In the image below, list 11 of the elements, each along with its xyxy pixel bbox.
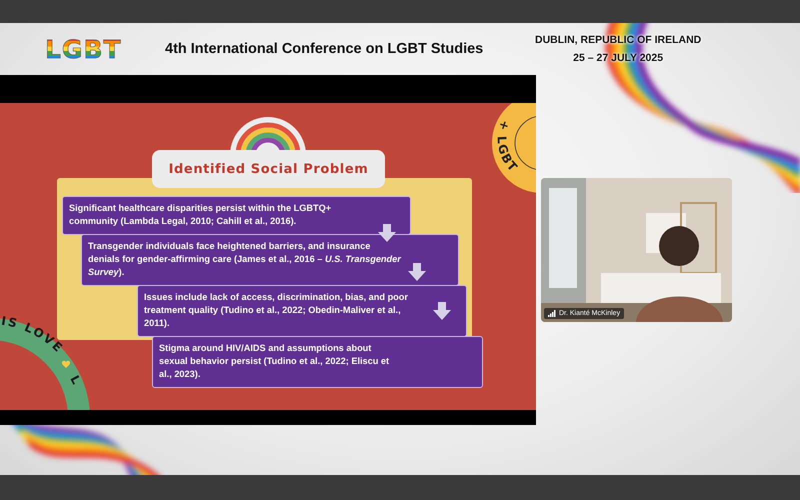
heart-icon <box>62 360 70 368</box>
down-arrow-icon <box>378 224 396 242</box>
signal-icon <box>548 310 556 317</box>
badge-text: L <box>67 373 84 386</box>
bullet-box: Stigma around HIV/AIDS and assumptions about sexual behavior persist (Tudino et al., 2022; Eliscu et al., 2023). <box>152 336 483 388</box>
down-arrow-icon <box>408 263 426 281</box>
bullet-box: Transgender individuals face heightened barriers, and insurance denials for gender-affirming care (James et al., 2016 – U.S. Transgender Survey). <box>81 234 459 286</box>
conference-title: 4th International Conference on LGBT Studies <box>165 41 484 57</box>
bullet-box: Significant healthcare disparities persist within the LGBTQ+ community (Lambda Legal, 2010; Cahill et al., 2016). <box>62 196 411 235</box>
down-arrow-icon <box>433 302 451 320</box>
bullet-box: Issues include lack of access, discrimination, bias, and poor treatment quality (Tudino et al., 2022; Obedin-Maliver et al., 2011). <box>137 285 467 337</box>
